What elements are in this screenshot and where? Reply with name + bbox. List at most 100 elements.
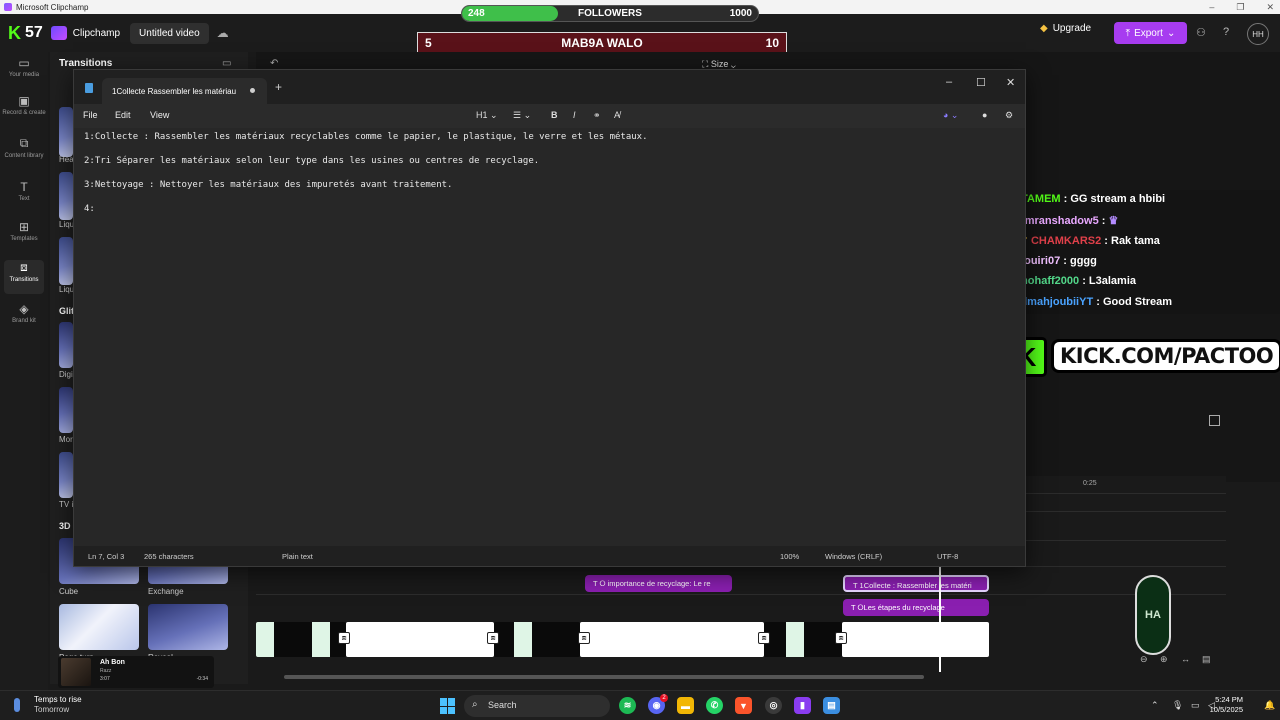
transition-label: Hea [59,155,74,164]
transition-thumb-reveal[interactable] [148,604,228,650]
link-icon[interactable]: ⚭ [593,110,601,121]
timeline-scrollbar[interactable] [284,675,924,679]
text-line: 4: [84,204,95,214]
timeline-layout-icon[interactable]: ▤ [1202,654,1211,665]
tray-chevron-icon[interactable]: ⌃ [1151,700,1159,711]
upgrade-label: Upgrade [1052,23,1092,34]
windows-start-icon[interactable] [440,698,456,714]
taskbar-search[interactable]: ⌕ Search [464,695,610,717]
followers-goal: 1000 [729,8,752,19]
notification-icon[interactable]: 🔔 [1264,700,1275,711]
nav-item-your-media[interactable]: ▭ Your media [0,56,48,90]
brave-icon[interactable]: ▼ [735,697,752,714]
taskbar-clock[interactable]: 5:24 PM 10/5/2025 [1199,695,1243,715]
close-icon[interactable]: ✕ [1266,2,1274,13]
transition-thumb[interactable] [59,237,73,285]
unsaved-dot-icon[interactable] [250,88,255,93]
nav-item-text[interactable]: T Text [0,180,48,214]
list-icon[interactable]: ☰ ⌄ [513,110,531,121]
nav-item-brand-kit[interactable]: ◈ Brand kit [0,302,48,336]
text-clip[interactable]: T ⭘ importance de recyclage: Le re [585,575,732,592]
music-player[interactable]: Ah Bon Razz 3:07 -0:34 [58,656,214,688]
clipchamp-taskbar-icon[interactable]: ▮ [794,697,811,714]
export-button[interactable]: ⤒ Export ⌄ [1114,22,1187,44]
collapse-panel-icon[interactable]: ▭ [222,58,231,69]
video-clip[interactable] [494,622,580,657]
whatsapp-icon[interactable]: ✆ [706,697,723,714]
transition-thumb[interactable] [59,387,73,433]
text-clip[interactable]: T ⭘Les étapes du recyclage [843,599,989,616]
text-format: Plain text [282,552,313,561]
share-icon[interactable]: ⚇ [1196,26,1206,39]
transition-label: Exchange [148,587,184,596]
maximize-icon[interactable]: ❐ [1236,2,1244,13]
window-controls: – ❐ ✕ [1209,0,1274,14]
transition-thumb[interactable] [59,452,73,498]
help-icon[interactable]: ? [1223,26,1229,38]
project-name[interactable]: Untitled video [130,22,209,44]
transition-marker-icon[interactable]: ⧈ [758,632,770,644]
copilot-icon[interactable]: ◕ ⌄ [943,110,958,121]
upgrade-button[interactable]: ◆ Upgrade [1040,23,1091,34]
panel-title: Transitions [59,58,113,69]
weather-icon[interactable] [14,698,20,712]
new-tab-icon[interactable]: + [275,80,282,94]
chat-message: mohaff2000 : L3alamia [1018,275,1137,287]
nav-item-transitions[interactable]: ⧈ Transitions [4,260,44,294]
fullscreen-icon[interactable] [1209,415,1220,426]
notepad-text-area[interactable]: 1:Collecte : Rassembler les matériaux re… [74,128,1025,548]
chrome-icon[interactable]: ◎ [765,697,782,714]
undo-icon[interactable]: ↶ [270,58,278,69]
clipchamp-app-icon [4,3,12,11]
kick-banner: K KICK.COM/PACTOO [1007,336,1280,378]
video-clip[interactable] [842,622,989,657]
transition-thumb-page-turn[interactable] [59,604,139,650]
video-clip[interactable] [580,622,764,657]
menu-edit[interactable]: Edit [115,110,131,120]
video-clip[interactable] [256,622,346,657]
file-explorer-icon[interactable]: ▬ [677,697,694,714]
video-clip[interactable] [764,622,842,657]
minimize-icon[interactable]: – [946,76,952,88]
chat-user: omranshadow5 [1018,215,1099,227]
cloud-sync-off-icon[interactable]: ☁ [217,26,229,40]
transition-thumb[interactable] [59,107,73,157]
nav-item-content-library[interactable]: ⧉ Content library [0,136,48,174]
notepad-tab[interactable]: 1Collecte Rassembler les matériau [102,78,267,104]
export-label: Export [1134,27,1163,39]
notepad-taskbar-icon[interactable]: ▤ [823,697,840,714]
transition-marker-icon[interactable]: ⧈ [338,632,350,644]
heading-dropdown[interactable]: H1 ⌄ [476,110,498,121]
zoom-out-icon[interactable]: ⊖ [1140,654,1148,665]
transition-marker-icon[interactable]: ⧈ [578,632,590,644]
clear-format-icon[interactable]: A̸ [614,110,620,120]
transition-marker-icon[interactable]: ⧈ [835,632,847,644]
video-clip[interactable] [346,622,494,657]
menu-file[interactable]: File [83,110,98,120]
app-name: Clipchamp [72,27,121,39]
account-icon[interactable]: ● [982,110,987,120]
recycle-frame [312,622,330,657]
avatar[interactable]: HH [1247,23,1269,45]
italic-icon[interactable]: I [573,110,576,120]
zoom-in-icon[interactable]: ⊕ [1160,654,1168,665]
playhead[interactable] [939,566,941,672]
spotify-icon[interactable]: ≋ [619,697,636,714]
transition-thumb[interactable] [59,172,73,220]
nav-label: Templates [10,236,38,242]
nav-item-record-create[interactable]: ▣ Record & create [0,94,48,132]
microphone-icon[interactable]: 🎙 [1172,700,1183,711]
text-clip-selected[interactable]: T 1Collecte : Rassembler les matéri [843,575,989,592]
nav-item-templates[interactable]: ⊞ Templates [0,220,48,254]
weather-widget[interactable]: Temps to rise Tomorrow [34,695,82,715]
maximize-icon[interactable]: ☐ [976,76,986,89]
bold-icon[interactable]: B [551,110,558,120]
minimize-icon[interactable]: – [1209,2,1214,12]
menu-view[interactable]: View [150,110,169,120]
fit-timeline-icon[interactable]: ↔ [1181,654,1190,664]
chat-text: GG stream a hbibi [1070,193,1166,205]
settings-icon[interactable]: ⚙ [1005,110,1013,121]
transition-thumb[interactable] [59,322,73,368]
close-icon[interactable]: ✕ [1006,76,1015,89]
transition-marker-icon[interactable]: ⧈ [487,632,499,644]
